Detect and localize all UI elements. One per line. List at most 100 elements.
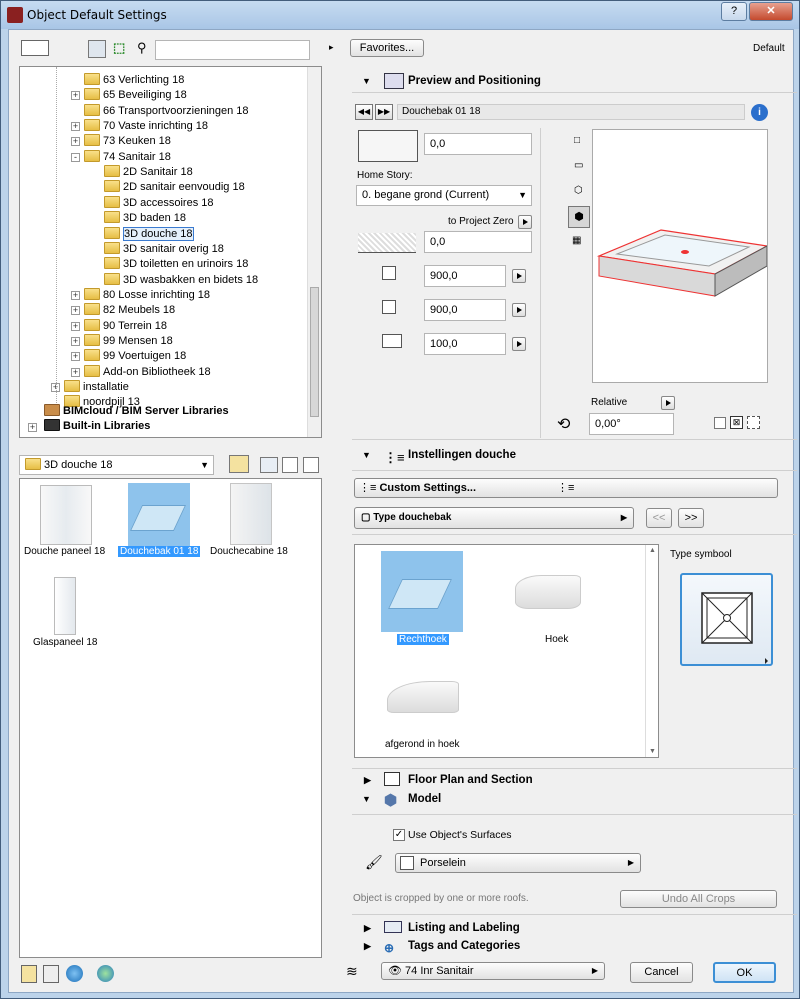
globe-icon[interactable]	[66, 965, 83, 982]
mirror-y-icon[interactable]	[747, 416, 760, 429]
tree-item[interactable]: 3D toiletten en urinoirs 18	[104, 257, 248, 272]
tree-expander[interactable]: -	[71, 152, 80, 162]
ok-button[interactable]: OK	[713, 962, 776, 983]
tree-item[interactable]: 2D Sanitair 18	[104, 165, 193, 180]
preview-section-header[interactable]: ▼ Preview and Positioning	[352, 70, 797, 92]
plan-view-icon[interactable]: □	[574, 135, 580, 146]
item-label-0[interactable]: Douche paneel 18	[24, 546, 105, 557]
tree-expander[interactable]: +	[71, 122, 80, 132]
preview-3d[interactable]	[592, 129, 769, 383]
settings-section-header[interactable]: ▼ ⋮≡ Instellingen douche	[352, 444, 797, 466]
project-zero-field[interactable]: 0,0	[424, 231, 532, 253]
rechthoek-thumb[interactable]	[381, 551, 463, 632]
tree-item[interactable]: 90 Terrein 18	[84, 318, 167, 334]
folder-select[interactable]: 3D douche 18 ▼	[19, 455, 214, 475]
tree-item[interactable]: 3D accessoires 18	[104, 195, 214, 211]
height-field[interactable]: 100,0	[424, 333, 506, 355]
cancel-button[interactable]: Cancel	[630, 962, 693, 983]
help-button[interactable]: ?	[721, 2, 747, 21]
glaspaneel-thumb[interactable]	[54, 577, 76, 635]
item-label-2[interactable]: Douchecabine 18	[210, 546, 288, 557]
tree-expander[interactable]: +	[71, 352, 80, 362]
elevation-field[interactable]: 0,0	[424, 133, 532, 155]
search-icon[interactable]: ⚲	[137, 40, 147, 56]
use-surfaces-label[interactable]: Use Object's Surfaces	[408, 829, 512, 841]
small-icons-view-icon[interactable]	[282, 457, 298, 473]
tree-item[interactable]: 99 Mensen 18	[84, 333, 173, 349]
height-arrow[interactable]	[512, 337, 526, 351]
tags-section-header[interactable]: ▶ ⊕ Tags and Categories	[352, 935, 797, 957]
hoek-thumb[interactable]	[515, 575, 581, 609]
custom-settings-button[interactable]: ⋮≡ Custom Settings... ⋮≡	[354, 478, 778, 498]
favorites-button[interactable]: Favorites...	[350, 39, 424, 57]
tree-item[interactable]: 3D douche 18	[104, 226, 194, 242]
info-icon[interactable]: i	[751, 104, 768, 121]
close-button[interactable]: ✕	[749, 2, 793, 21]
tree-item[interactable]: 2D sanitair eenvoudig 18	[104, 180, 245, 195]
view-mode-icon[interactable]	[21, 40, 49, 56]
type-item-label-1[interactable]: Hoek	[545, 634, 568, 645]
bimcomponents-icon[interactable]	[97, 965, 114, 982]
prev-type-button[interactable]: <<	[646, 508, 672, 528]
next-object-button[interactable]: ▶▶	[375, 104, 393, 120]
tree-expander[interactable]: +	[71, 336, 80, 346]
tree-expander[interactable]: +	[71, 290, 80, 300]
search-input[interactable]	[155, 40, 310, 60]
tree-item[interactable]: 65 Beveiliging 18	[84, 88, 187, 103]
angle-field[interactable]: 0,00°	[589, 413, 674, 435]
expand-builtin[interactable]: +	[28, 423, 37, 432]
mirror-checkbox[interactable]	[714, 417, 726, 429]
prev-object-button[interactable]: ◀◀	[355, 104, 373, 120]
tree-item[interactable]: 99 Voertuigen 18	[84, 349, 186, 364]
tree-item[interactable]: 70 Vaste inrichting 18	[84, 119, 208, 134]
surface-select[interactable]: Porselein ▶	[395, 853, 641, 873]
builtin-row[interactable]: Built-in Libraries	[44, 419, 150, 434]
collapse-arrow-icon[interactable]: ▸	[329, 42, 334, 53]
douche-paneel-thumb[interactable]	[40, 485, 92, 545]
bimcloud-row[interactable]: BIMcloud / BIM Server Libraries	[44, 404, 229, 419]
tree-item[interactable]: 73 Keuken 18	[84, 134, 171, 149]
elevation-view-icon[interactable]: ▦	[572, 235, 581, 246]
undo-crops-button[interactable]: Undo All Crops	[620, 890, 777, 908]
use-surfaces-checkbox[interactable]: ✓	[393, 829, 405, 841]
library-load-icon[interactable]	[21, 965, 37, 983]
type-douchebak-button[interactable]: ▢ Type douchebak ▶	[354, 507, 634, 529]
tree-item[interactable]: 80 Losse inrichting 18	[84, 287, 210, 303]
folder-up-icon[interactable]	[229, 455, 249, 473]
tree-item[interactable]: 3D baden 18	[104, 211, 186, 226]
title-bar[interactable]: Object Default Settings ? ✕	[1, 1, 799, 29]
tree-item[interactable]: 74 Sanitair 18	[84, 149, 171, 165]
depth-arrow[interactable]	[512, 303, 526, 317]
type-item-label-0[interactable]: Rechthoek	[397, 634, 449, 645]
douchecabine-thumb[interactable]	[230, 483, 272, 545]
item-label-3[interactable]: Glaspaneel 18	[33, 637, 98, 648]
tree-expander[interactable]: +	[71, 321, 80, 331]
tree-expander[interactable]: +	[71, 306, 80, 316]
tree-scroll-thumb[interactable]	[310, 287, 319, 417]
width-field[interactable]: 900,0	[424, 265, 506, 287]
width-arrow[interactable]	[512, 269, 526, 283]
type-item-label-2[interactable]: afgerond in hoek	[385, 739, 460, 750]
item-label-1[interactable]: Douchebak 01 18	[118, 546, 201, 557]
tree-expander[interactable]: +	[71, 367, 80, 377]
tree-item[interactable]: 63 Verlichting 18	[84, 73, 184, 88]
mirror-x-icon[interactable]: ⊠	[730, 416, 743, 429]
model-section-header[interactable]: ▼ ⬢ Model	[352, 788, 797, 810]
large-icons-view-icon[interactable]	[260, 457, 278, 473]
afgerond-thumb[interactable]	[387, 681, 459, 713]
tree-item[interactable]: Add-on Bibliotheek 18	[84, 364, 211, 380]
home-story-select[interactable]: 0. begane grond (Current) ▼	[356, 185, 532, 206]
type-symbol-button[interactable]	[680, 573, 773, 666]
depth-field[interactable]: 900,0	[424, 299, 506, 321]
3d-solid-icon[interactable]: ⬢	[568, 206, 590, 228]
type-scrollbar[interactable]: ▲ ▼	[645, 545, 658, 757]
tree-item[interactable]: 82 Meubels 18	[84, 303, 175, 318]
tree-item[interactable]: 66 Transportvoorzieningen 18	[84, 103, 249, 119]
project-zero-arrow[interactable]	[518, 215, 532, 229]
next-type-button[interactable]: >>	[678, 508, 704, 528]
library-manager-icon[interactable]	[88, 40, 106, 58]
new-object-icon[interactable]	[43, 965, 59, 983]
layer-select[interactable]: 👁 74 Inr Sanitair ▶	[381, 962, 605, 980]
tree-item[interactable]: installatie	[64, 380, 129, 395]
douchebak-thumb[interactable]	[128, 483, 190, 546]
